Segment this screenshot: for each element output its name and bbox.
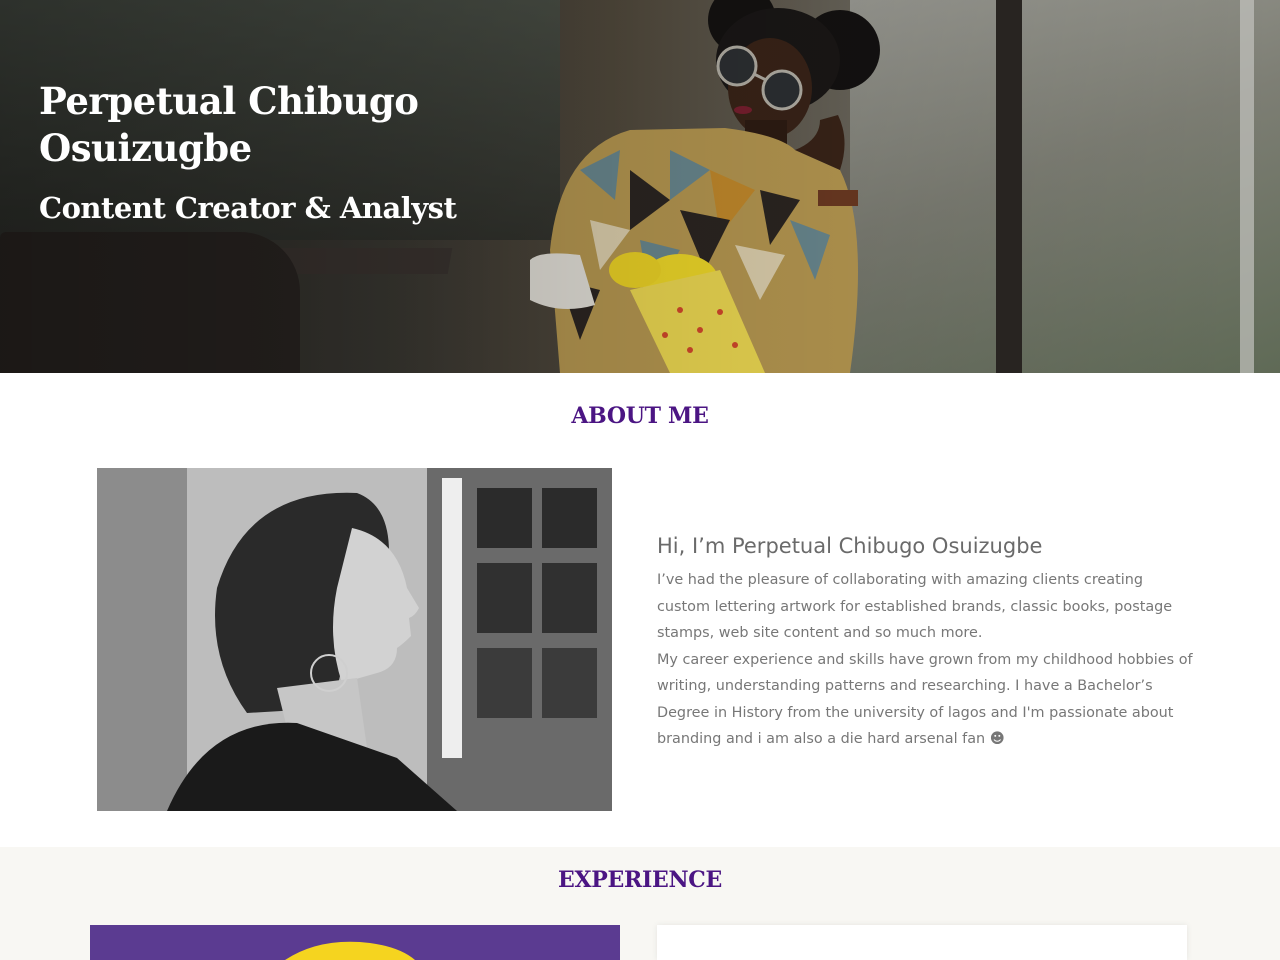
about-portrait-image: [97, 468, 612, 811]
hero-name: Perpetual Chibugo Osuizugbe: [39, 79, 419, 170]
experience-title: EXPERIENCE: [558, 867, 722, 893]
hero-role: Content Creator & Analyst: [39, 191, 457, 225]
hero-banner: Perpetual Chibugo Osuizugbe Content Crea…: [0, 0, 1280, 373]
about-paragraph-1: I’ve had the pleasure of collaborating w…: [657, 572, 1173, 641]
about-paragraph-2: My career experience and skills have gro…: [657, 651, 1193, 748]
hero-overlay: [0, 0, 1280, 373]
experience-card: [657, 925, 1187, 960]
experience-image: [90, 925, 620, 960]
about-text-block: Hi, I’m Perpetual Chibugo Osuizugbe I’ve…: [657, 531, 1197, 753]
about-title: ABOUT ME: [571, 403, 709, 429]
about-greeting: Hi, I’m Perpetual Chibugo Osuizugbe: [657, 534, 1043, 558]
about-section: ABOUT ME Hi, I’m Perpetual Chibugo Osuiz…: [0, 373, 1280, 847]
experience-section: EXPERIENCE: [0, 847, 1280, 960]
